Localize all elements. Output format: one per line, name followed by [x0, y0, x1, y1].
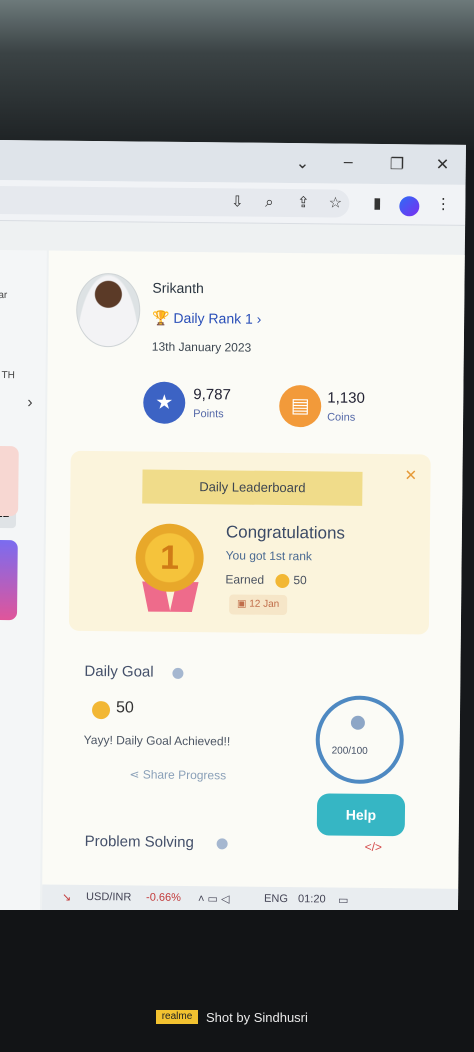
coin-icon [91, 700, 111, 720]
goal-progress-text: 200/100 [331, 745, 368, 757]
camera-bottom-area [0, 910, 474, 1052]
points-label: Points [193, 408, 224, 421]
minimize-icon[interactable]: – [344, 154, 353, 172]
sidebar-card[interactable] [0, 539, 18, 621]
install-icon[interactable]: ⇩ [227, 192, 247, 212]
browser-screen: ⌄ – ❐ ✕ ⇩ ⌕ ⇪ ☆ ▮ ⋮ ar TH 12 › Srikanth … [0, 140, 466, 915]
points-value: 9,787 [193, 386, 231, 404]
window-titlebar: ⌄ – ❐ ✕ [0, 140, 466, 185]
watermark-text: Shot by Sindhusri [206, 1010, 308, 1025]
points-star-icon: ★ [143, 381, 186, 424]
sidebar-text: TH [1, 370, 15, 382]
coins-value: 1,130 [327, 389, 365, 407]
help-button[interactable]: Help [316, 793, 406, 837]
avatar[interactable] [75, 272, 141, 348]
extension-icon[interactable] [399, 196, 420, 217]
restore-icon[interactable]: ❐ [390, 154, 405, 174]
star-icon[interactable]: ☆ [325, 193, 345, 213]
profile-date: 13th January 2023 [151, 339, 252, 355]
problem-solving-title: Problem Solving [84, 832, 194, 852]
close-icon[interactable]: ✕ [436, 155, 450, 175]
main-panel: Srikanth 🏆 Daily Rank 1 › 13th January 2… [41, 250, 465, 915]
info-icon[interactable] [216, 838, 228, 850]
notification-icon[interactable]: ▭ [338, 894, 349, 907]
trend-icon: ↘ [62, 891, 72, 904]
sidepanel-icon[interactable]: ▮ [367, 194, 387, 214]
share-icon[interactable]: ⇪ [293, 193, 313, 213]
info-icon[interactable] [172, 667, 184, 679]
rank-text: Daily Rank 1 [173, 309, 253, 327]
tray-icons[interactable]: ˄ ▭ ◁ [198, 892, 230, 905]
goal-message: Yayy! Daily Goal Achieved!! [83, 732, 231, 749]
chevron-down-icon[interactable]: ⌄ [296, 153, 310, 173]
sidebar-text: ar [0, 289, 8, 302]
earned-value: 50 [293, 573, 307, 588]
clock[interactable]: 01:20 [298, 893, 326, 905]
share-progress-link[interactable]: ⋖ Share Progress [129, 767, 226, 782]
ticker-label[interactable]: USD/INR [86, 891, 131, 903]
zoom-icon[interactable]: ⌕ [259, 193, 279, 213]
goal-value: 50 [115, 699, 134, 717]
monitor-bezel [0, 0, 474, 150]
code-icon[interactable]: </> [365, 840, 383, 854]
chevron-right-icon[interactable]: › [27, 394, 33, 412]
goal-progress-ring [315, 695, 405, 785]
date-chip-text: 12 Jan [249, 598, 280, 610]
watermark-brand: realme [156, 1010, 198, 1024]
user-name: Srikanth [152, 279, 204, 297]
share-text: Share Progress [142, 767, 227, 783]
leaderboard-card: Daily Leaderboard ✕ 1 Congratulations Yo… [68, 450, 431, 635]
goal-icon [350, 715, 365, 730]
daily-goal-title: Daily Goal [84, 662, 154, 681]
coins-label: Coins [327, 411, 356, 424]
coins-icon: ▤ [279, 384, 322, 428]
daily-rank-link[interactable]: 🏆 Daily Rank 1 › [152, 310, 261, 328]
close-icon[interactable]: ✕ [404, 466, 417, 484]
ticker-change: -0.66% [146, 891, 181, 904]
language-indicator[interactable]: ENG [264, 893, 288, 905]
congrats-title: Congratulations [225, 522, 346, 543]
medal-icon: 1 [135, 523, 204, 593]
sidebar-card[interactable] [0, 445, 19, 517]
coin-icon [275, 573, 290, 589]
rank-subtitle: You got 1st rank [225, 548, 313, 564]
date-chip: ▣ 12 Jan [229, 594, 288, 616]
sidebar: ar TH 12 › [0, 249, 47, 911]
earned-label: Earned [225, 572, 265, 587]
menu-icon[interactable]: ⋮ [433, 195, 453, 215]
leaderboard-banner: Daily Leaderboard [142, 469, 363, 506]
